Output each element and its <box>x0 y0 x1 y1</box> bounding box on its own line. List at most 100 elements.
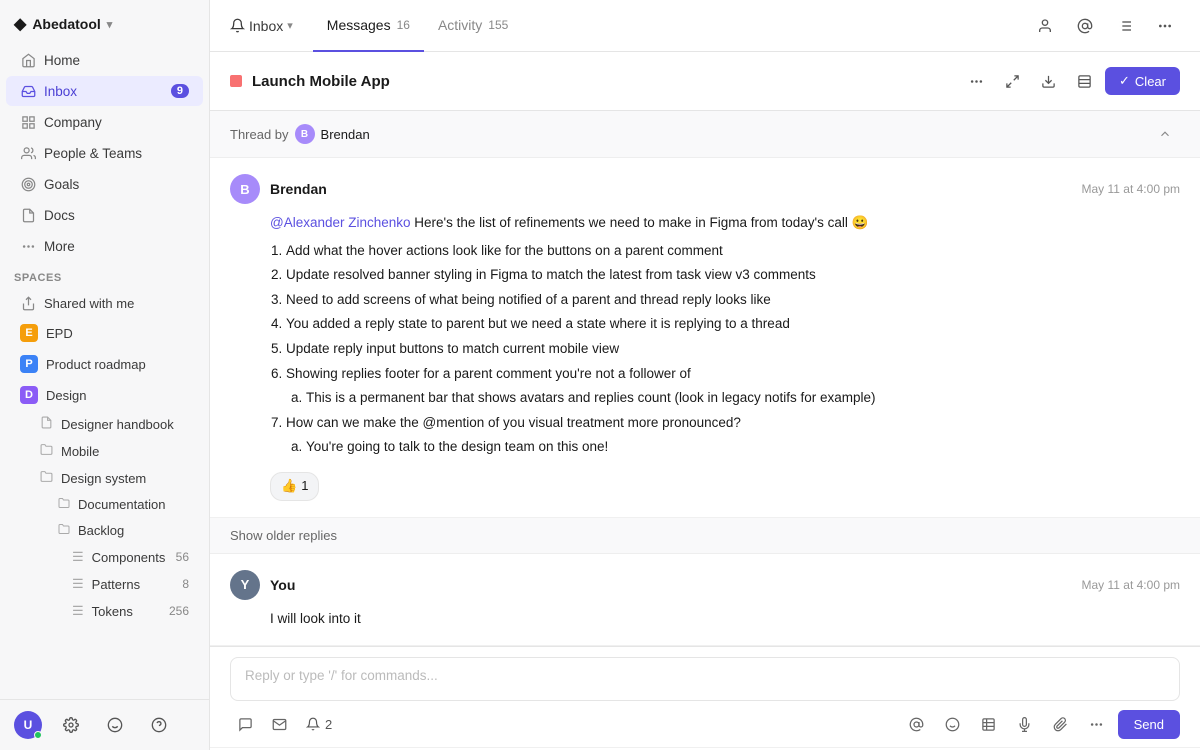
clear-button[interactable]: ✓ Clear <box>1105 67 1180 95</box>
sidebar-item-company[interactable]: Company <box>6 107 203 137</box>
list-subitem: This is a permanent bar that shows avata… <box>306 387 1180 409</box>
you-avatar: Y <box>230 570 260 600</box>
layout-icon[interactable] <box>1069 66 1099 96</box>
expand-icon[interactable] <box>997 66 1027 96</box>
documentation-label: Documentation <box>78 497 165 512</box>
reply-comment-icon[interactable] <box>230 709 260 739</box>
collapse-thread-icon[interactable] <box>1150 119 1180 149</box>
reaction-count: 1 <box>301 476 308 497</box>
attachment-icon[interactable] <box>1046 709 1076 739</box>
thread-header-actions: ✓ Clear <box>961 66 1180 96</box>
topbar-more-icon[interactable] <box>1150 11 1180 41</box>
sidebar-item-design-system[interactable]: Design system <box>6 465 203 491</box>
emoji-bottom-icon[interactable] <box>100 710 130 740</box>
tab-messages[interactable]: Messages 16 <box>313 0 424 52</box>
person-icon[interactable] <box>1030 11 1060 41</box>
components-count: 56 <box>176 550 189 564</box>
list-subitem: You're going to talk to the design team … <box>306 436 1180 458</box>
sidebar-item-inbox[interactable]: Inbox 9 <box>6 76 203 106</box>
reply-toolbar: 2 <box>230 701 1180 747</box>
help-icon[interactable] <box>144 710 174 740</box>
notification-count[interactable]: 2 <box>298 709 340 739</box>
sidebar-item-design[interactable]: D Design <box>6 380 203 410</box>
emoji-reply-icon[interactable] <box>938 709 968 739</box>
mic-icon[interactable] <box>1010 709 1040 739</box>
sidebar-item-documentation[interactable]: Documentation <box>6 492 203 517</box>
sidebar: ◆ Abedatool ▾ Home Inbox 9 Company <box>0 0 210 750</box>
download-icon[interactable] <box>1033 66 1063 96</box>
reply-toolbar-left: 2 <box>230 709 340 739</box>
message1-body: @Alexander Zinchenko Here's the list of … <box>270 212 1180 501</box>
sidebar-item-shared[interactable]: Shared with me <box>6 289 203 317</box>
tab-activity[interactable]: Activity 155 <box>424 0 522 52</box>
message1-header: B Brendan May 11 at 4:00 pm <box>230 174 1180 204</box>
list-item: Showing replies footer for a parent comm… <box>286 363 1180 409</box>
reply-input[interactable]: Reply or type '/' for commands... <box>230 657 1180 701</box>
company-icon <box>20 114 36 130</box>
table-reply-icon[interactable] <box>974 709 1004 739</box>
list-item: You added a reply state to parent but we… <box>286 313 1180 335</box>
sidebar-item-people[interactable]: People & Teams <box>6 138 203 168</box>
sidebar-item-goals[interactable]: Goals <box>6 169 203 199</box>
list-icon3: ☰ <box>72 603 84 619</box>
message2-time: May 11 at 4:00 pm <box>1082 578 1181 592</box>
thread-header: Launch Mobile App ✓ Clear <box>210 52 1200 111</box>
sidebar-item-product[interactable]: P Product roadmap <box>6 349 203 379</box>
reply-toolbar-right: Send <box>902 709 1180 739</box>
clear-label: Clear <box>1135 74 1166 89</box>
design-dot: D <box>20 386 38 404</box>
design-system-label: Design system <box>61 471 146 486</box>
sidebar-item-home[interactable]: Home <box>6 45 203 75</box>
sidebar-item-docs[interactable]: Docs <box>6 200 203 230</box>
more-nav-icon <box>20 238 36 254</box>
people-label: People & Teams <box>44 146 142 161</box>
message2-header: Y You May 11 at 4:00 pm <box>230 570 1180 600</box>
sidebar-item-epd[interactable]: E EPD <box>6 318 203 348</box>
reaction-thumbsup[interactable]: 👍 1 <box>270 472 319 501</box>
inbox-dropdown[interactable]: Inbox ▾ <box>230 18 313 34</box>
sidebar-bottom: U <box>0 699 209 750</box>
at-icon[interactable] <box>1070 11 1100 41</box>
list-item: Update reply input buttons to match curr… <box>286 338 1180 360</box>
more-label: More <box>44 239 75 254</box>
sidebar-item-designer-handbook[interactable]: Designer handbook <box>6 411 203 437</box>
thread-color-dot <box>230 75 242 87</box>
patterns-label: Patterns <box>92 577 140 592</box>
tokens-label: Tokens <box>92 604 133 619</box>
online-dot <box>34 731 42 739</box>
settings-icon[interactable] <box>56 710 86 740</box>
reply-email-icon[interactable] <box>264 709 294 739</box>
reaction-emoji: 👍 <box>281 476 297 497</box>
show-older-replies[interactable]: Show older replies <box>210 518 1200 554</box>
sidebar-item-components[interactable]: ☰ Components 56 <box>6 544 203 570</box>
message1-text: Here's the list of refinements we need t… <box>411 215 869 230</box>
inbox-topbar-chevron: ▾ <box>287 19 293 32</box>
company-label: Company <box>44 115 102 130</box>
list-icon2: ☰ <box>72 576 84 592</box>
backlog-label: Backlog <box>78 523 124 538</box>
more-reply-icon[interactable] <box>1082 709 1112 739</box>
at-reply-icon[interactable] <box>902 709 932 739</box>
folder-open-icon <box>40 470 53 486</box>
epd-label: EPD <box>46 326 73 341</box>
patterns-count: 8 <box>182 577 189 591</box>
sidebar-item-mobile[interactable]: Mobile <box>6 438 203 464</box>
filter-icon[interactable] <box>1110 11 1140 41</box>
thread-more-icon[interactable] <box>961 66 991 96</box>
messages-tab-count: 16 <box>397 18 410 32</box>
list-item: Add what the hover actions look like for… <box>286 240 1180 262</box>
list-icon1: ☰ <box>72 549 84 565</box>
sidebar-item-tokens[interactable]: ☰ Tokens 256 <box>6 598 203 624</box>
sidebar-item-backlog[interactable]: Backlog <box>6 518 203 543</box>
docs-label: Docs <box>44 208 75 223</box>
thread-by-label: Thread by <box>230 127 289 142</box>
product-dot: P <box>20 355 38 373</box>
send-button[interactable]: Send <box>1118 710 1180 739</box>
doc-icon <box>40 416 53 432</box>
spaces-section-label: SPACES <box>0 262 209 288</box>
inbox-label: Inbox <box>44 84 77 99</box>
thread-author-name: Brendan <box>321 127 370 142</box>
app-header[interactable]: ◆ Abedatool ▾ <box>0 0 209 44</box>
sidebar-item-more[interactable]: More <box>6 231 203 261</box>
sidebar-item-patterns[interactable]: ☰ Patterns 8 <box>6 571 203 597</box>
